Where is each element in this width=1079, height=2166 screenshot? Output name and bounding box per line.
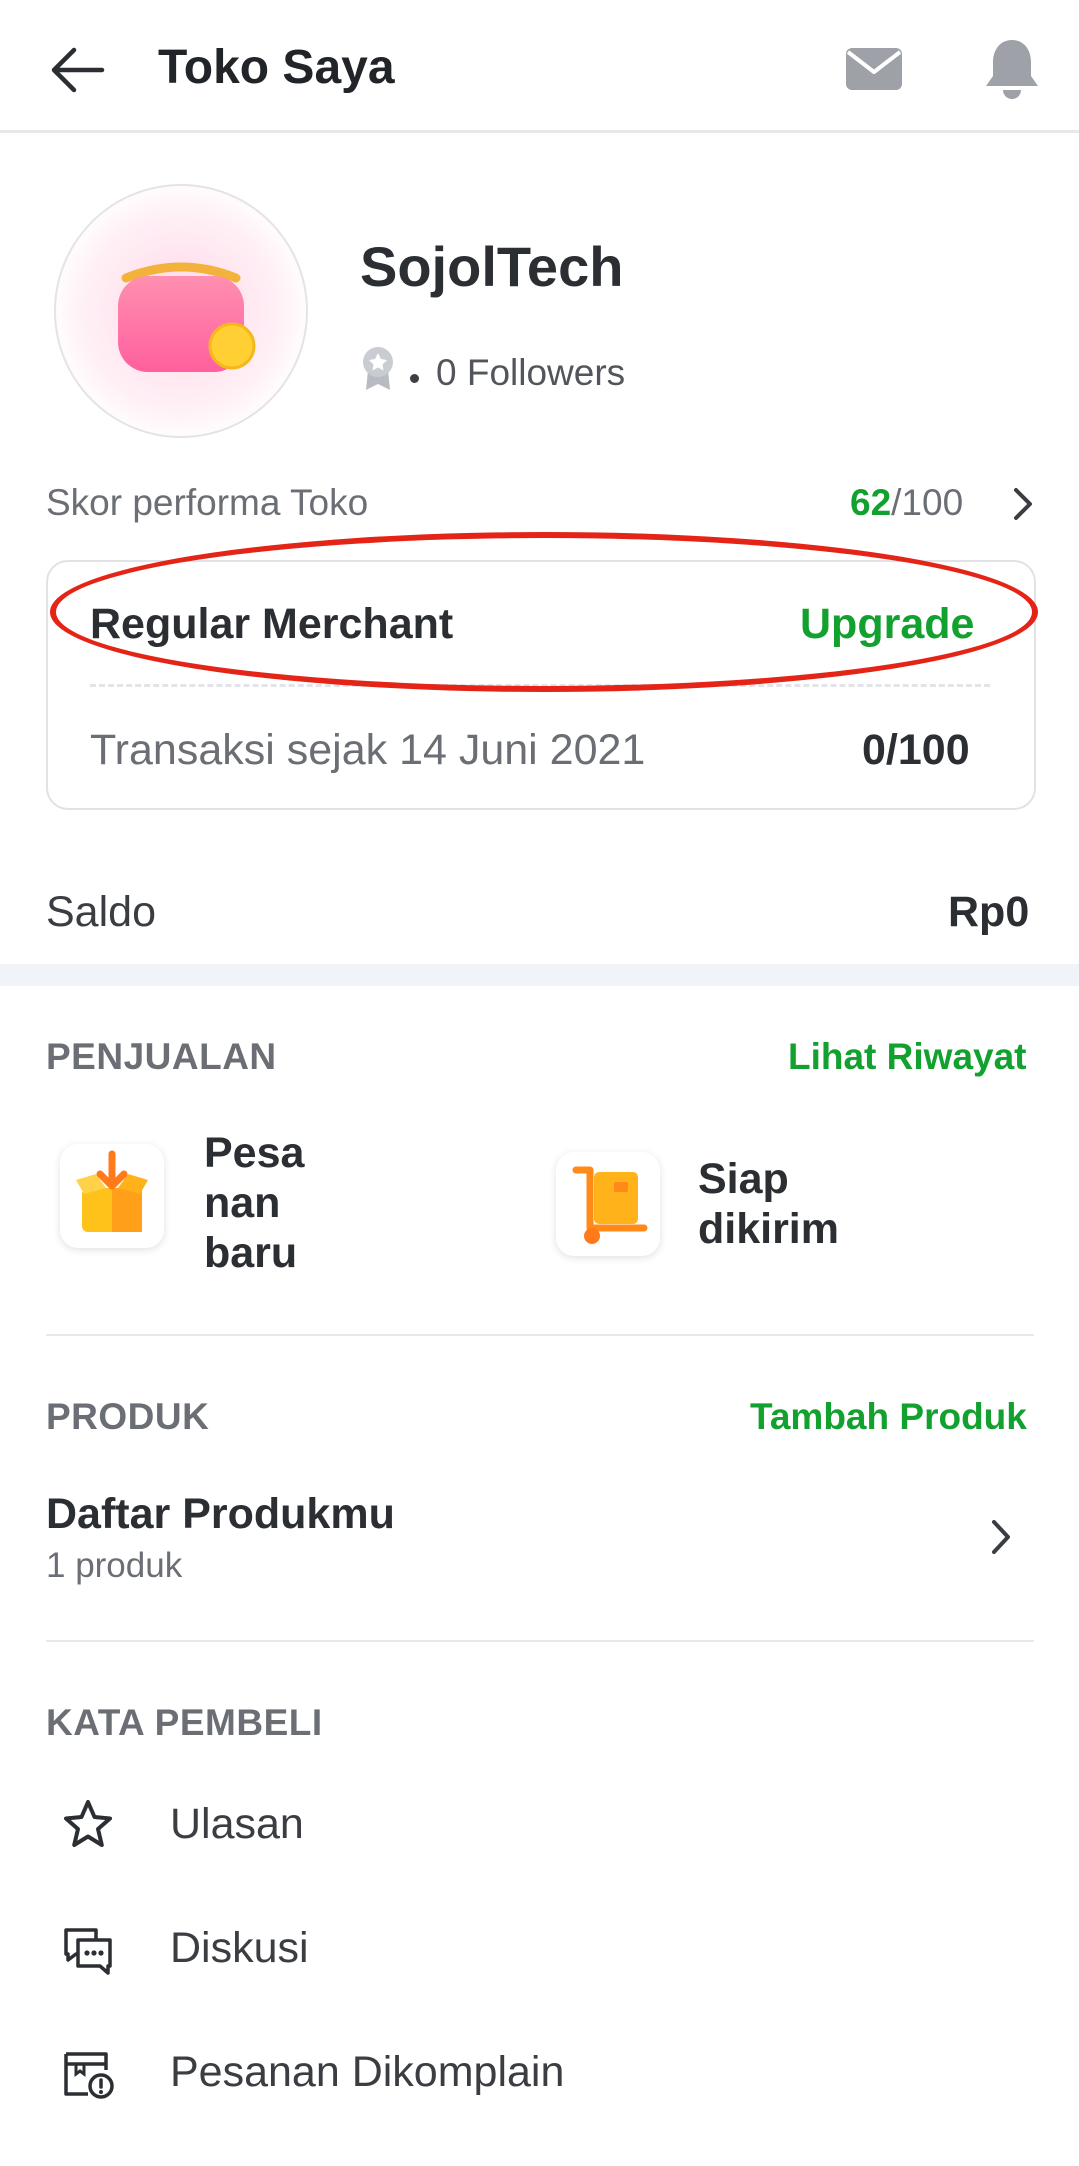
- performance-score-label: Skor performa Toko: [46, 482, 369, 523]
- ready-to-ship-tile[interactable]: Siap dikirim: [554, 1146, 1034, 1276]
- wallet-icon: [118, 262, 256, 372]
- transactions-value: 0/100: [862, 726, 970, 774]
- reviews-item[interactable]: Ulasan: [46, 1790, 1034, 1862]
- new-orders-label-line: nan: [204, 1179, 281, 1227]
- chevron-right-icon[interactable]: [986, 1516, 1016, 1558]
- ready-to-ship-cart-icon: [556, 1152, 660, 1256]
- complaint-box-icon: [58, 2044, 118, 2104]
- divider: [46, 1640, 1034, 1642]
- balance-label: Saldo: [46, 888, 156, 936]
- new-order-box-icon: [60, 1144, 164, 1248]
- sales-section-title: PENJUALAN: [46, 1036, 277, 1077]
- dashed-divider: [90, 684, 990, 687]
- star-icon: [58, 1796, 118, 1856]
- product-count: 1 produk: [46, 1546, 183, 1585]
- view-history-link[interactable]: Lihat Riwayat: [788, 1034, 1027, 1080]
- page-title: Toko Saya: [158, 41, 395, 94]
- section-divider: [0, 964, 1079, 986]
- new-orders-label: Pesa nan baru: [204, 1128, 304, 1278]
- balance-value[interactable]: Rp0: [948, 886, 1029, 938]
- merchant-badge-icon: [360, 346, 396, 392]
- divider: [46, 1334, 1034, 1336]
- complaints-item[interactable]: Pesanan Dikomplain: [46, 2038, 1034, 2110]
- discussion-item[interactable]: Diskusi: [46, 1914, 1034, 1986]
- performance-score-total: /100: [891, 482, 964, 523]
- ready-to-ship-label-line: Siap: [698, 1155, 789, 1203]
- add-product-link[interactable]: Tambah Produk: [750, 1394, 1027, 1440]
- new-orders-label-line: baru: [204, 1229, 298, 1277]
- chat-bubbles-icon: [58, 1920, 118, 1980]
- back-arrow-icon[interactable]: [46, 38, 110, 102]
- complaints-label: Pesanan Dikomplain: [170, 2048, 565, 2096]
- upgrade-link[interactable]: Upgrade: [800, 598, 974, 650]
- new-orders-label-line: Pesa: [204, 1129, 305, 1177]
- buyer-feedback-section-title: KATA PEMBELI: [46, 1702, 323, 1743]
- merchant-tier: Regular Merchant: [90, 600, 454, 648]
- separator-dot: [410, 374, 419, 383]
- mail-icon[interactable]: [842, 38, 906, 102]
- followers-count[interactable]: 0 Followers: [436, 350, 625, 396]
- shop-avatar[interactable]: [54, 184, 308, 438]
- shop-name: SojolTech: [360, 235, 624, 298]
- notification-bell-icon[interactable]: [980, 34, 1044, 104]
- transactions-label: Transaksi sejak 14 Juni 2021: [90, 726, 646, 774]
- reviews-label: Ulasan: [170, 1800, 304, 1848]
- product-list-title: Daftar Produkmu: [46, 1490, 395, 1538]
- performance-score[interactable]: 62/100: [850, 480, 963, 526]
- ready-to-ship-label-line: dikirim: [698, 1205, 839, 1253]
- discussion-label: Diskusi: [170, 1924, 309, 1972]
- chevron-right-icon[interactable]: [1008, 484, 1038, 524]
- products-section-title: PRODUK: [46, 1396, 210, 1437]
- new-orders-tile[interactable]: Pesa nan baru: [58, 1129, 498, 1286]
- performance-score-value: 62: [850, 482, 892, 523]
- ready-to-ship-label: Siap dikirim: [698, 1154, 839, 1254]
